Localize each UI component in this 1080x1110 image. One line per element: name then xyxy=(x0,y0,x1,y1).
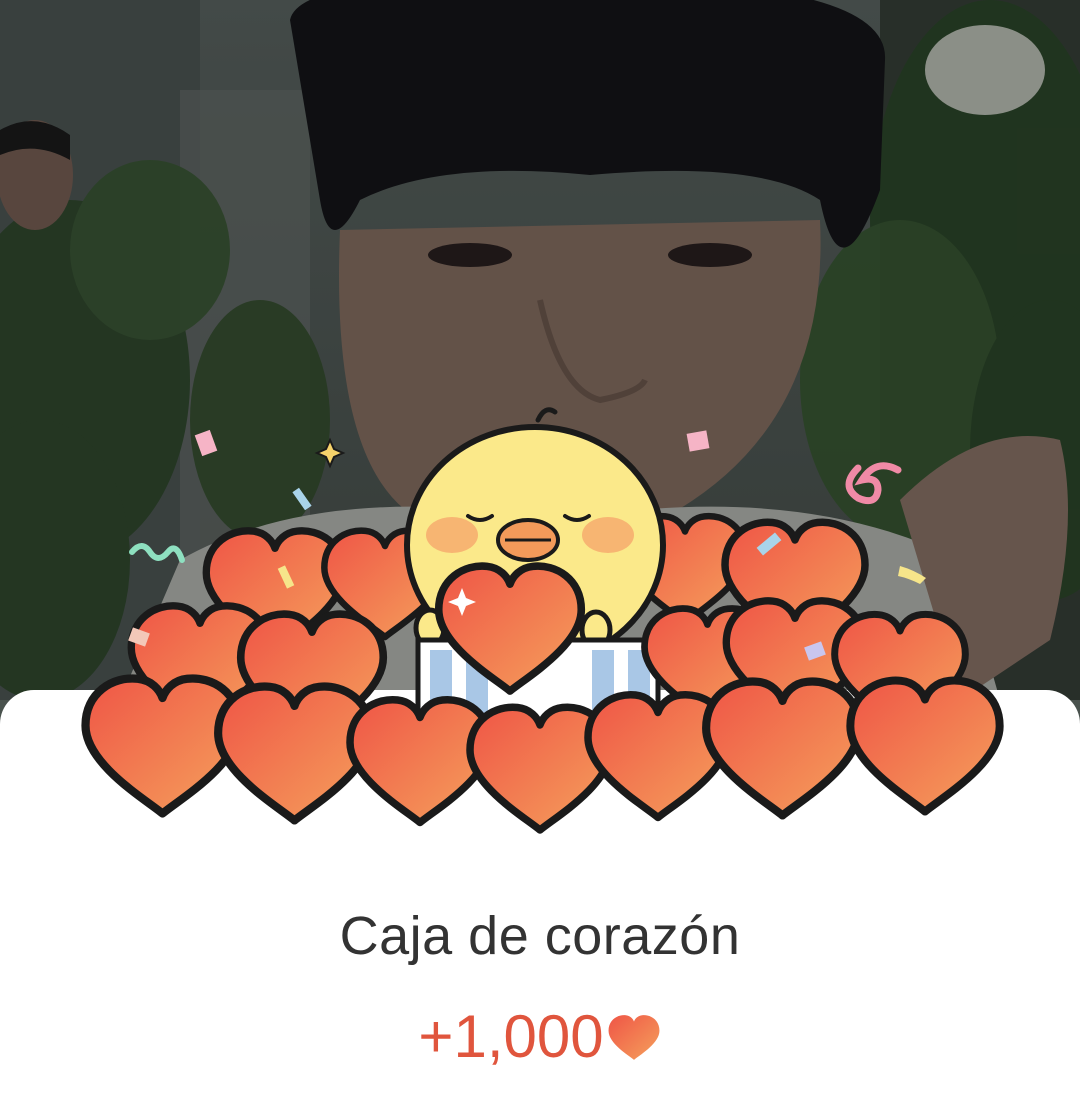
reward-amount-value: +1,000 xyxy=(418,1003,604,1070)
heart-icon xyxy=(606,1008,662,1078)
heart-icon xyxy=(850,681,999,812)
reward-amount: +1,000 xyxy=(0,1002,1080,1078)
reward-title: Caja de corazón xyxy=(339,906,741,966)
heart-icon xyxy=(706,682,859,816)
